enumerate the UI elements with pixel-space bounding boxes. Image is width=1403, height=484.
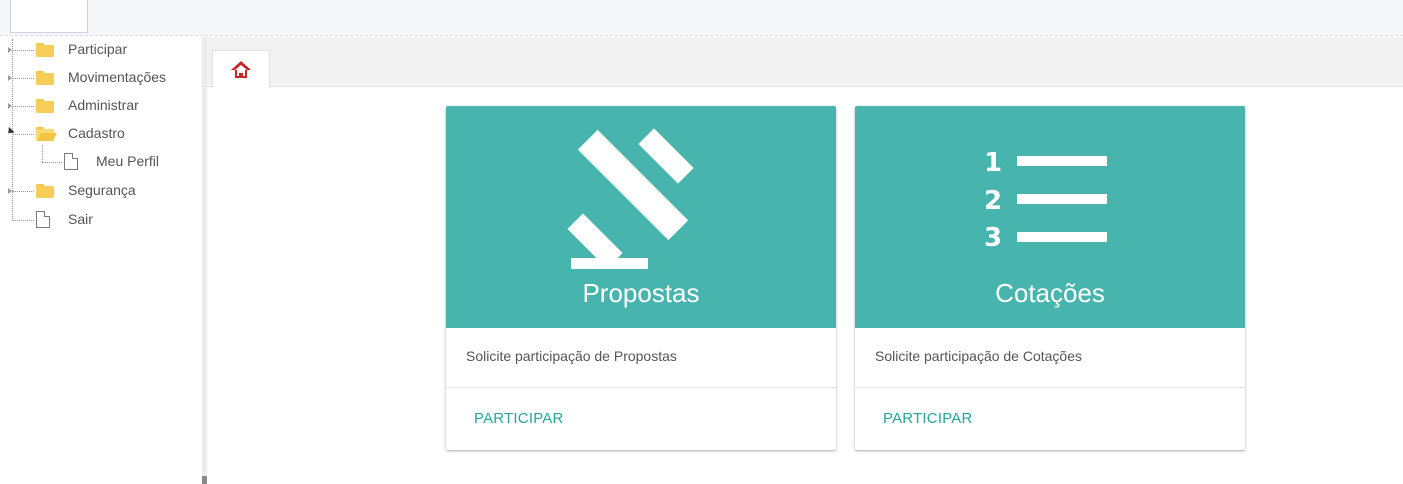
tree-branch-line <box>12 106 34 107</box>
tree-branch-line <box>42 162 62 163</box>
folder-icon <box>36 71 54 85</box>
folder-open-icon <box>36 127 57 141</box>
card-propostas: Propostas Solicite participação de Propo… <box>446 106 836 450</box>
card-divider <box>855 387 1245 388</box>
tree-branch-line <box>12 78 34 79</box>
tree-branch-line <box>12 50 34 51</box>
card-cotacoes: 1 2 3 Cotações Solicite participação de … <box>855 106 1245 450</box>
card-description: Solicite participação de Propostas <box>466 348 677 364</box>
folder-icon <box>36 43 54 57</box>
tree-item-label: Sair <box>68 211 93 227</box>
card-media: 1 2 3 Cotações <box>855 106 1245 328</box>
list-number: 2 <box>984 186 1003 216</box>
participar-button[interactable]: PARTICIPAR <box>883 410 973 427</box>
tab-home[interactable] <box>212 50 270 88</box>
top-input-box[interactable] <box>10 0 88 33</box>
tree-branch-line <box>12 220 34 221</box>
tree-item-label: Movimentações <box>68 69 167 85</box>
card-media: Propostas <box>446 106 836 328</box>
folder-icon <box>36 184 54 198</box>
tree-item-label: Meu Perfil <box>96 153 160 169</box>
top-bar <box>0 0 1403 36</box>
tree-item-label: Cadastro <box>68 125 125 141</box>
sidebar-tree: Participar Movimentações Administrar Cad… <box>0 37 202 484</box>
folder-icon <box>36 99 54 113</box>
page-icon <box>64 153 78 170</box>
tree-item-label: Segurança <box>68 182 136 198</box>
tree-item-label: Administrar <box>68 97 139 113</box>
page-icon <box>36 211 50 228</box>
list-number: 1 <box>984 148 1003 178</box>
card-divider <box>446 387 836 388</box>
participar-button[interactable]: PARTICIPAR <box>474 410 564 427</box>
sidebar-splitter[interactable] <box>202 37 207 484</box>
home-icon <box>230 60 252 79</box>
tree-branch-line <box>42 145 43 162</box>
list-number: 3 <box>984 223 1003 253</box>
card-title: Cotações <box>995 278 1105 308</box>
card-title: Propostas <box>582 278 700 308</box>
tree-trunk-line <box>12 39 13 219</box>
card-description: Solicite participação de Cotações <box>875 348 1083 364</box>
splitter-handle[interactable] <box>202 476 207 484</box>
tree-branch-line <box>12 134 34 135</box>
tree-item-label: Participar <box>68 41 128 57</box>
tree-branch-line <box>12 191 34 192</box>
tab-strip <box>207 37 1403 87</box>
